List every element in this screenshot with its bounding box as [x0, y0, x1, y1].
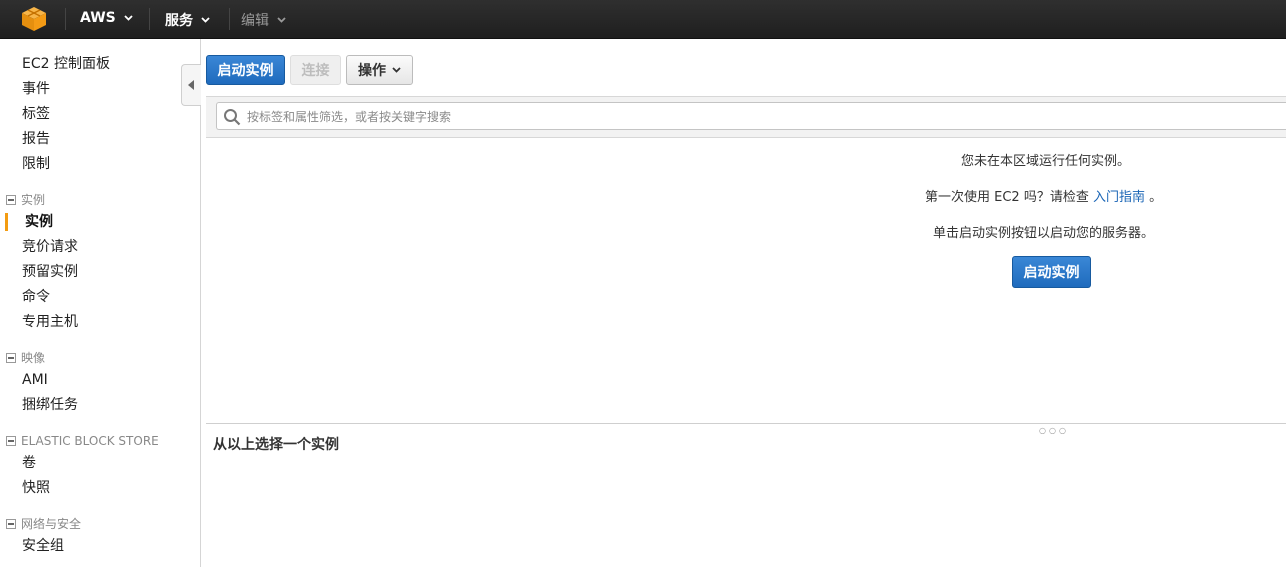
active-item-marker	[5, 213, 8, 231]
sidebar: EC2 控制面板 事件 标签 报告 限制 实例 实例 竞价请求 预留实例 命令 …	[0, 39, 201, 567]
connect-button[interactable]: 连接	[290, 55, 341, 85]
chevron-down-icon	[201, 17, 210, 23]
sidebar-item-dedicated-hosts[interactable]: 专用主机	[22, 313, 78, 331]
sidebar-item-commands[interactable]: 命令	[22, 288, 50, 306]
sidebar-item-bundle-tasks[interactable]: 捆绑任务	[22, 396, 78, 414]
sidebar-section-title: 实例	[21, 193, 46, 207]
collapse-section-icon	[6, 519, 16, 529]
detail-pane-title: 从以上选择一个实例	[213, 437, 339, 453]
chevron-down-icon	[124, 15, 133, 21]
sidebar-item-spot-requests[interactable]: 竞价请求	[22, 238, 78, 256]
sidebar-item-snapshots[interactable]: 快照	[22, 479, 50, 497]
collapse-section-icon	[6, 436, 16, 446]
actions-button-label: 操作	[358, 63, 386, 79]
sidebar-section-instances[interactable]: 实例	[6, 192, 45, 208]
top-navigation-bar: AWS 服务 编辑	[0, 0, 1286, 39]
sidebar-section-title: 网络与安全	[21, 517, 82, 531]
edit-menu[interactable]: 编辑	[241, 10, 286, 30]
drag-handle-icon[interactable]: ○○○	[1039, 426, 1069, 435]
search-placeholder: 按标签和属性筛选，或者按关键字搜索	[247, 110, 452, 124]
chevron-left-icon	[188, 80, 194, 90]
services-menu-label: 服务	[165, 13, 193, 29]
aws-menu[interactable]: AWS	[80, 10, 133, 26]
nav-separator	[229, 8, 230, 30]
sidebar-item-reports[interactable]: 报告	[22, 130, 50, 148]
sidebar-collapse-toggle[interactable]	[181, 64, 201, 106]
services-menu[interactable]: 服务	[165, 10, 210, 30]
getting-started-prefix: 第一次使用 EC2 吗？请检查	[925, 190, 1089, 205]
sidebar-item-limits[interactable]: 限制	[22, 155, 50, 173]
getting-started-suffix: 。	[1149, 190, 1163, 205]
search-input[interactable]: 按标签和属性筛选，或者按关键字搜索	[216, 102, 1286, 130]
launch-hint-message: 单击启动实例按钮以启动您的服务器。	[933, 226, 1155, 241]
sidebar-item-ami[interactable]: AMI	[22, 371, 48, 389]
sidebar-section-title: ELASTIC BLOCK STORE	[21, 434, 159, 448]
sidebar-item-instances[interactable]: 实例	[25, 213, 53, 231]
pane-split-divider[interactable]	[206, 423, 1286, 424]
sidebar-section-images[interactable]: 映像	[6, 350, 45, 366]
getting-started-guide-link[interactable]: 入门指南	[1093, 190, 1145, 205]
sidebar-item-events[interactable]: 事件	[22, 80, 50, 98]
filter-bar: 按标签和属性筛选，或者按关键字搜索	[206, 96, 1286, 138]
sidebar-item-security-groups[interactable]: 安全组	[22, 537, 64, 555]
aws-menu-label: AWS	[80, 10, 116, 26]
empty-state-message: 您未在本区域运行任何实例。	[961, 154, 1131, 169]
aws-cube-logo-icon[interactable]	[20, 6, 48, 32]
empty-state-launch-instance-button[interactable]: 启动实例	[1012, 256, 1091, 288]
sidebar-item-ec2-dashboard[interactable]: EC2 控制面板	[22, 55, 110, 73]
nav-separator	[65, 8, 66, 30]
chevron-down-icon	[277, 17, 286, 23]
chevron-down-icon	[392, 67, 401, 73]
collapse-section-icon	[6, 353, 16, 363]
sidebar-section-network-security[interactable]: 网络与安全	[6, 516, 81, 532]
launch-instance-button[interactable]: 启动实例	[206, 55, 285, 85]
sidebar-item-reserved-instances[interactable]: 预留实例	[22, 263, 78, 281]
edit-menu-label: 编辑	[241, 13, 269, 29]
sidebar-item-tags[interactable]: 标签	[22, 105, 50, 123]
sidebar-section-ebs[interactable]: ELASTIC BLOCK STORE	[6, 433, 159, 449]
getting-started-message: 第一次使用 EC2 吗？请检查 入门指南 。	[925, 186, 1162, 205]
sidebar-section-title: 映像	[21, 351, 46, 365]
search-icon	[224, 109, 241, 126]
sidebar-item-volumes[interactable]: 卷	[22, 454, 36, 472]
nav-separator	[149, 8, 150, 30]
actions-dropdown-button[interactable]: 操作	[346, 55, 413, 85]
collapse-section-icon	[6, 195, 16, 205]
